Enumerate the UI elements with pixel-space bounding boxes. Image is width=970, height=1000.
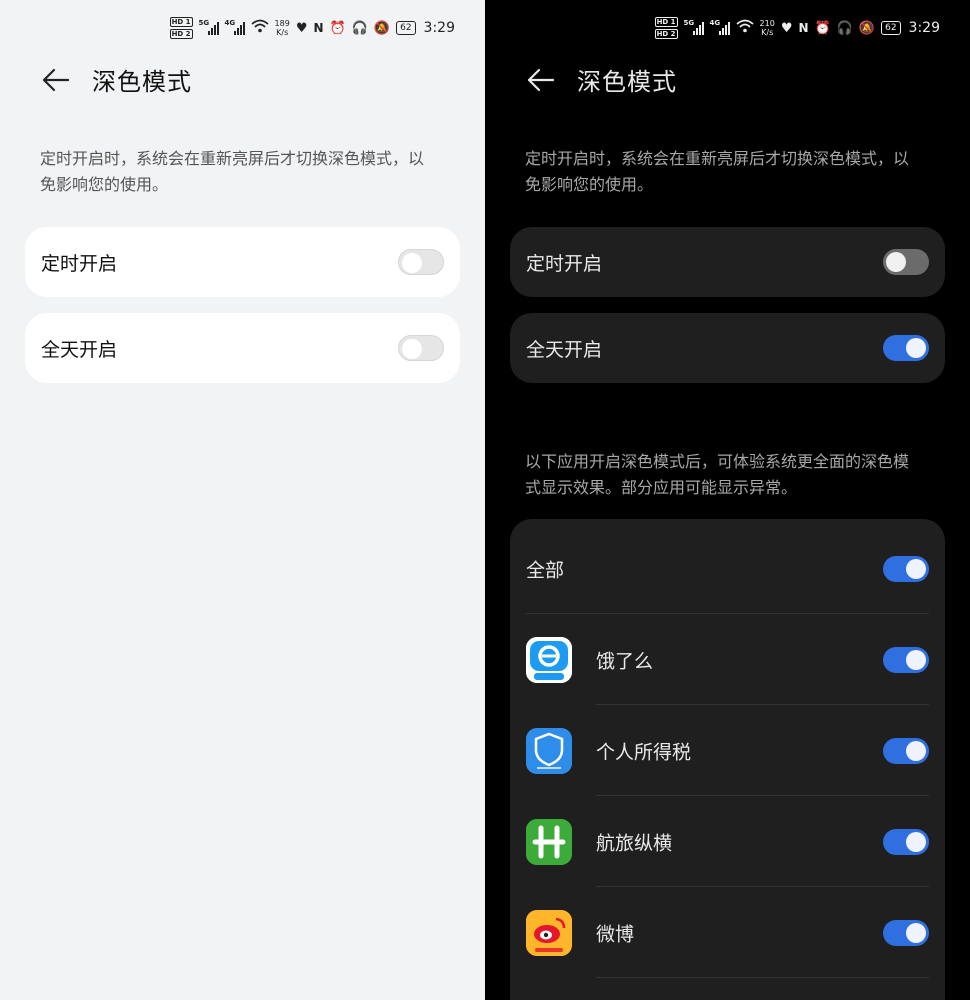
list-item-weibo[interactable]: 微博 (510, 887, 945, 978)
toggle-knob (906, 338, 926, 358)
heart-icon: ♥ (295, 20, 308, 36)
net-5g-label: 5G (198, 19, 210, 27)
schedule-description: 定时开启时，系统会在重新亮屏后才切换深色模式，以免影响您的使用。 (40, 149, 425, 194)
net-speed-unit: K/s (761, 28, 774, 37)
all-day-toggle[interactable] (883, 335, 929, 361)
headphones-icon: 🎧 (836, 20, 853, 36)
toggle-knob (402, 253, 422, 273)
weibo-toggle[interactable] (883, 919, 929, 946)
schedule-description: 定时开启时，系统会在重新亮屏后才切换深色模式，以免影响您的使用。 (525, 149, 910, 194)
all-day-label: 全天开启 (41, 338, 118, 361)
page-title: 深色模式 (577, 68, 677, 96)
nfc-icon: N (313, 21, 324, 35)
signal-5g-icon: 5G (198, 19, 219, 35)
wifi-icon (250, 19, 269, 37)
signal-5g-icon: 5G (683, 19, 704, 35)
apps-description: 以下应用开启深色模式后，可体验系统更全面的深色模式显示效果。部分应用可能显示异常… (525, 452, 910, 497)
schedule-label: 定时开启 (526, 252, 603, 275)
net-5g-label: 5G (683, 19, 695, 27)
sim-hd-icon: HD 1 HD 2 (169, 16, 193, 40)
clock: 3:29 (908, 20, 940, 36)
toggle-knob (906, 558, 926, 579)
net-speed-value: 210 (759, 19, 775, 28)
all-apps-toggle[interactable] (883, 555, 929, 582)
sim1-label: HD 1 (654, 17, 678, 27)
toggle-knob (906, 831, 926, 852)
eleme-toggle[interactable] (883, 646, 929, 673)
net-speed-unit: K/s (276, 28, 289, 37)
umetrip-toggle[interactable] (883, 828, 929, 855)
all-day-setting-card[interactable]: 全天开启 (510, 313, 945, 383)
dark-mode-panel: HD 1 HD 2 5G 4G 210 K/s ♥ N ⏰ 🎧 🔕 62 3:29 … (485, 0, 970, 1000)
alarm-icon: ⏰ (814, 20, 831, 36)
toggle-knob (906, 922, 926, 943)
umetrip-app-icon (526, 818, 572, 865)
schedule-label: 定时开启 (41, 252, 118, 275)
sim1-label: HD 1 (169, 17, 193, 27)
schedule-toggle[interactable] (883, 249, 929, 275)
all-apps-label: 全部 (526, 559, 565, 581)
all-day-label: 全天开启 (526, 338, 603, 361)
toggle-knob (906, 740, 926, 761)
schedule-setting-card[interactable]: 定时开启 (510, 227, 945, 297)
net-4g-label: 4G (224, 19, 236, 27)
eleme-app-icon (526, 636, 572, 683)
sim2-label: HD 2 (169, 29, 193, 39)
mute-icon: 🔕 (858, 20, 876, 36)
app-name: 航旅纵横 (596, 832, 673, 854)
light-mode-panel: HD 1 HD 2 5G 4G 189 K/s ♥ N ⏰ 🎧 🔕 62 3:29 … (0, 0, 485, 1000)
app-name: 个人所得税 (596, 741, 692, 763)
net-speed-value: 189 (274, 19, 290, 28)
clock: 3:29 (423, 20, 455, 36)
divider (596, 977, 929, 978)
sim2-label: HD 2 (654, 29, 678, 39)
list-item-umetrip[interactable]: 航旅纵横 (510, 796, 945, 887)
nfc-icon: N (798, 21, 809, 35)
net-speed: 189 K/s (275, 19, 290, 37)
net-speed: 210 K/s (760, 19, 775, 37)
weibo-app-icon (526, 909, 572, 956)
list-item-tax[interactable]: 个人所得税 (510, 705, 945, 796)
wifi-icon (735, 19, 754, 37)
app-name: 微博 (596, 923, 635, 945)
heart-icon: ♥ (780, 20, 793, 36)
tax-app-icon (526, 727, 572, 774)
battery-icon: 62 (396, 21, 416, 35)
battery-icon: 62 (881, 21, 901, 35)
alarm-icon: ⏰ (329, 20, 346, 36)
app-list: 全部 饿了么 个人所得税 航旅纵横 微博 (510, 519, 945, 1000)
status-bar: HD 1 HD 2 5G 4G 189 K/s ♥ N ⏰ 🎧 🔕 62 3:29 (169, 14, 455, 42)
status-bar: HD 1 HD 2 5G 4G 210 K/s ♥ N ⏰ 🎧 🔕 62 3:29 (654, 14, 940, 42)
toggle-knob (402, 339, 422, 359)
toggle-knob (906, 649, 926, 670)
battery-level: 62 (885, 23, 897, 33)
toggle-knob (886, 252, 906, 272)
sim-hd-icon: HD 1 HD 2 (654, 16, 678, 40)
schedule-toggle[interactable] (398, 249, 444, 275)
mute-icon: 🔕 (373, 20, 391, 36)
back-arrow-icon[interactable] (40, 65, 70, 95)
all-day-toggle[interactable] (398, 335, 444, 361)
back-arrow-icon[interactable] (525, 65, 555, 95)
list-item-all[interactable]: 全部 (510, 523, 945, 614)
signal-4g-icon: 4G (224, 19, 245, 35)
app-name: 饿了么 (596, 650, 654, 672)
headphones-icon: 🎧 (351, 20, 368, 36)
tax-toggle[interactable] (883, 737, 929, 764)
page-title: 深色模式 (92, 68, 192, 96)
battery-level: 62 (400, 23, 412, 33)
schedule-setting-card[interactable]: 定时开启 (25, 227, 460, 297)
signal-4g-icon: 4G (709, 19, 730, 35)
page-header: 深色模式 (525, 62, 677, 97)
all-day-setting-card[interactable]: 全天开启 (25, 313, 460, 383)
page-header: 深色模式 (40, 62, 192, 97)
net-4g-label: 4G (709, 19, 721, 27)
list-item-eleme[interactable]: 饿了么 (510, 614, 945, 705)
